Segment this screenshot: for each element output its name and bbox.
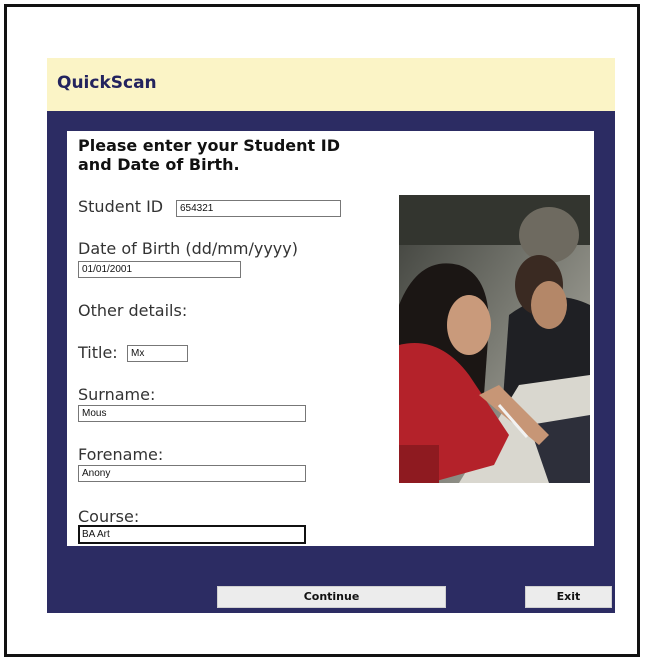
course-label: Course: <box>78 507 140 526</box>
forename-label: Forename: <box>78 445 164 464</box>
form-card: Please enter your Student ID and Date of… <box>67 131 594 546</box>
other-details-label: Other details: <box>78 301 188 320</box>
title-label: Title: <box>78 343 118 362</box>
exit-button[interactable]: Exit <box>525 586 612 608</box>
course-input[interactable] <box>78 525 306 544</box>
app-header: QuickScan <box>47 58 615 111</box>
main-panel: Please enter your Student ID and Date of… <box>47 111 615 613</box>
surname-label: Surname: <box>78 385 156 404</box>
students-photo <box>399 195 590 483</box>
student-id-input[interactable] <box>176 200 341 217</box>
title-input[interactable] <box>127 345 188 362</box>
app-title: QuickScan <box>57 73 157 93</box>
dob-label: Date of Birth (dd/mm/yyyy) <box>78 239 298 258</box>
surname-input[interactable] <box>78 405 306 422</box>
dob-input[interactable] <box>78 261 241 278</box>
student-id-label: Student ID <box>78 197 164 216</box>
form-prompt: Please enter your Student ID and Date of… <box>78 136 340 174</box>
forename-input[interactable] <box>78 465 306 482</box>
continue-button[interactable]: Continue <box>217 586 446 608</box>
